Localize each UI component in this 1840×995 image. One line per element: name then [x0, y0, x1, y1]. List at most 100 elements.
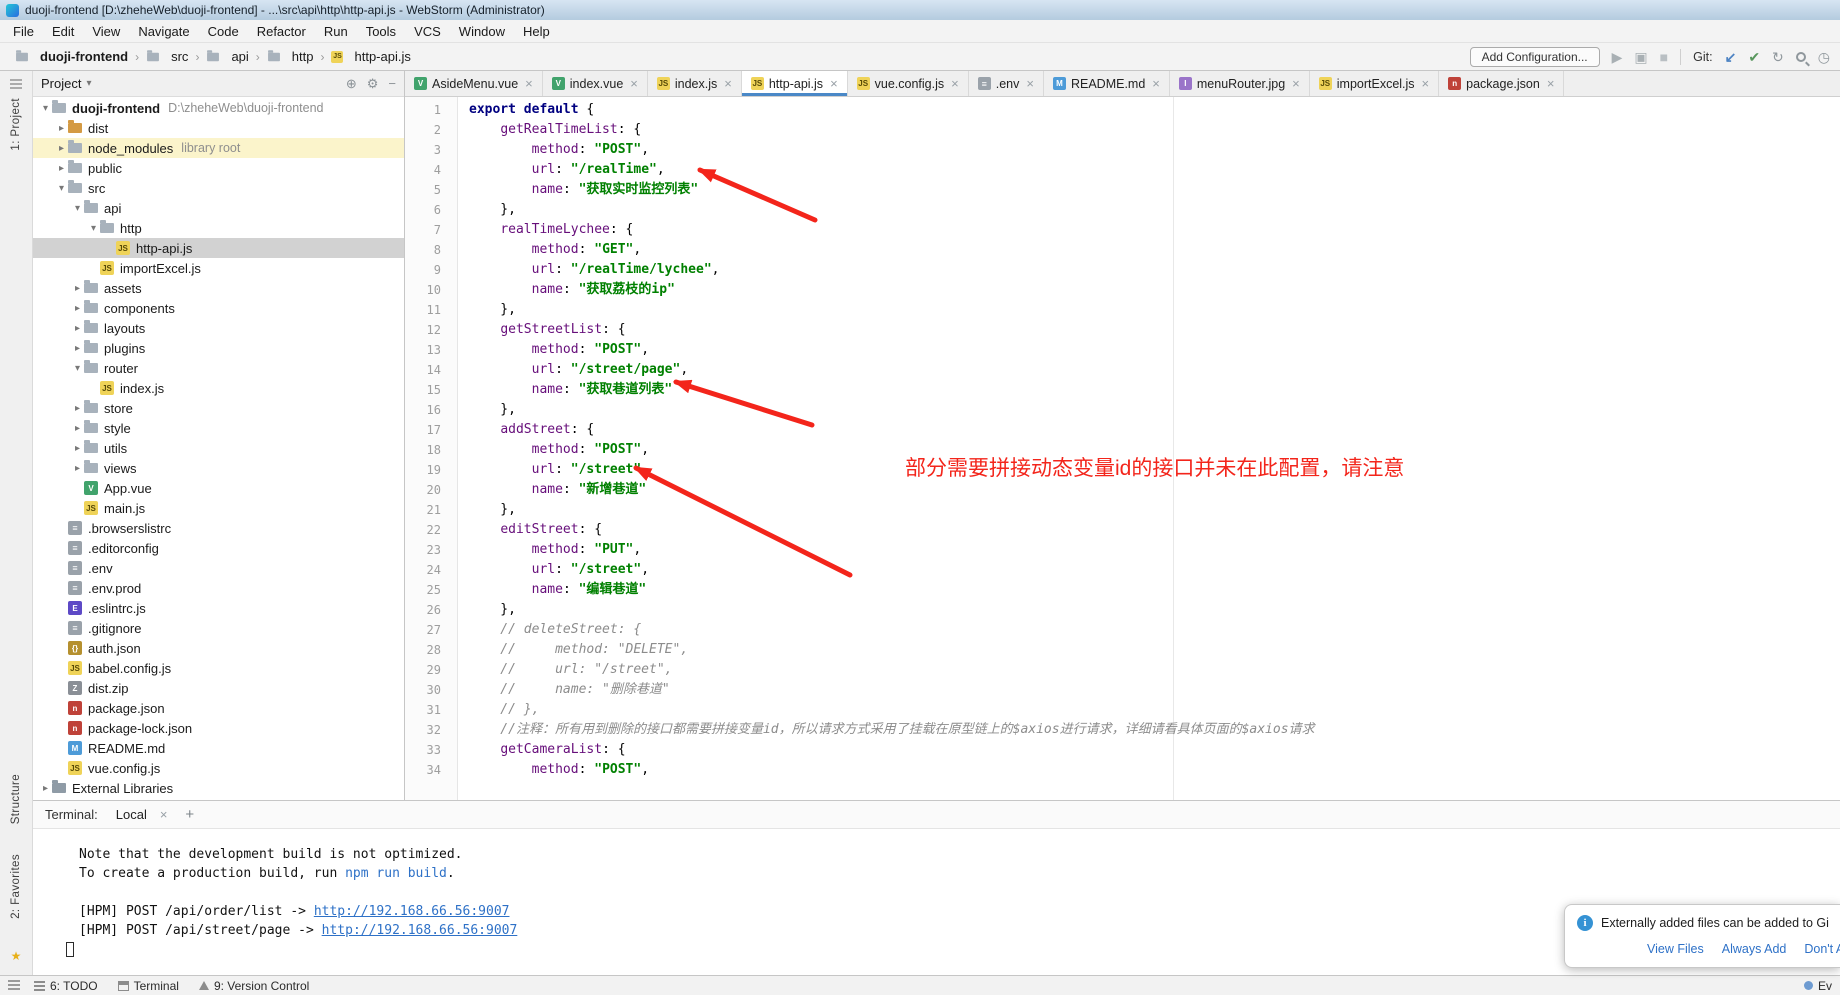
tree-item-style[interactable]: ▸style — [33, 418, 404, 438]
menu-tools[interactable]: Tools — [357, 24, 405, 39]
tree-item-api[interactable]: ▾api — [33, 198, 404, 218]
line-number[interactable]: 5 — [405, 180, 457, 200]
tree-item-package-json[interactable]: npackage.json — [33, 698, 404, 718]
tree-item-public[interactable]: ▸public — [33, 158, 404, 178]
tree-item-duoji-frontend[interactable]: ▾duoji-frontendD:\zheheWeb\duoji-fronten… — [33, 98, 404, 118]
menu-file[interactable]: File — [4, 24, 43, 39]
line-number[interactable]: 1 — [405, 100, 457, 120]
close-icon[interactable]: × — [1422, 77, 1430, 90]
line-number[interactable]: 12 — [405, 320, 457, 340]
close-icon[interactable]: × — [830, 77, 838, 90]
breadcrumb-item-http[interactable]: http — [262, 49, 319, 64]
search-icon[interactable] — [1796, 52, 1806, 62]
close-icon[interactable]: × — [1152, 77, 1160, 90]
tree-item-router[interactable]: ▾router — [33, 358, 404, 378]
toolwindow-switcher-icon[interactable] — [8, 980, 20, 992]
hide-panel-icon[interactable]: − — [388, 76, 396, 92]
line-number[interactable]: 13 — [405, 340, 457, 360]
code-line[interactable]: 14 url: "/street/page", — [405, 360, 1840, 380]
tree-item-babel-config-js[interactable]: JSbabel.config.js — [33, 658, 404, 678]
line-number[interactable]: 29 — [405, 660, 457, 680]
line-number[interactable]: 6 — [405, 200, 457, 220]
line-number[interactable]: 26 — [405, 600, 457, 620]
tree-item-index-js[interactable]: JSindex.js — [33, 378, 404, 398]
code-line[interactable]: 33 getCameraList: { — [405, 740, 1840, 760]
git-commit-icon[interactable] — [1748, 50, 1760, 64]
code-line[interactable]: 22 editStreet: { — [405, 520, 1840, 540]
tree-item-dist[interactable]: ▸dist — [33, 118, 404, 138]
code-line[interactable]: 32 //注释：所有用到删除的接口都需要拼接变量id，所以请求方式采用了挂载在原… — [405, 720, 1840, 740]
line-number[interactable]: 17 — [405, 420, 457, 440]
editor-tab-asidemenu-vue[interactable]: VAsideMenu.vue× — [405, 71, 543, 96]
editor-tab-index-js[interactable]: JSindex.js× — [648, 71, 742, 96]
code-line[interactable]: 9 url: "/realTime/lychee", — [405, 260, 1840, 280]
history-icon[interactable] — [1818, 50, 1830, 64]
editor-tab-vue-config-js[interactable]: JSvue.config.js× — [848, 71, 969, 96]
line-number[interactable]: 21 — [405, 500, 457, 520]
close-icon[interactable]: × — [724, 77, 732, 90]
tree-item-src[interactable]: ▾src — [33, 178, 404, 198]
tree-item-app-vue[interactable]: VApp.vue — [33, 478, 404, 498]
tree-item-assets[interactable]: ▸assets — [33, 278, 404, 298]
tree-item-importexcel-js[interactable]: JSimportExcel.js — [33, 258, 404, 278]
status-item-terminal[interactable]: Terminal — [118, 979, 179, 993]
code-line[interactable]: 11 }, — [405, 300, 1840, 320]
tree-item-gitignore[interactable]: ≡.gitignore — [33, 618, 404, 638]
line-number[interactable]: 14 — [405, 360, 457, 380]
stop-icon[interactable] — [1660, 50, 1668, 64]
tree-item-layouts[interactable]: ▸layouts — [33, 318, 404, 338]
new-terminal-icon[interactable]: + — [185, 806, 194, 823]
menu-edit[interactable]: Edit — [43, 24, 83, 39]
line-number[interactable]: 3 — [405, 140, 457, 160]
code-line[interactable]: 10 name: "获取荔枝的ip" — [405, 280, 1840, 300]
code-line[interactable]: 12 getStreetList: { — [405, 320, 1840, 340]
code-line[interactable]: 13 method: "POST", — [405, 340, 1840, 360]
editor-tab-package-json[interactable]: npackage.json× — [1439, 71, 1564, 96]
code-line[interactable]: 25 name: "编辑巷道" — [405, 580, 1840, 600]
close-icon[interactable]: × — [951, 77, 959, 90]
menu-window[interactable]: Window — [450, 24, 514, 39]
menu-view[interactable]: View — [83, 24, 129, 39]
breadcrumb-item-http-api-js[interactable]: JShttp-api.js — [326, 49, 415, 64]
line-number[interactable]: 2 — [405, 120, 457, 140]
code-line[interactable]: 6 }, — [405, 200, 1840, 220]
code-line[interactable]: 18 method: "POST", — [405, 440, 1840, 460]
toolwindow-button-favorites[interactable]: 2: Favorites — [10, 854, 22, 919]
tree-item-external-libraries[interactable]: ▸External Libraries — [33, 778, 404, 798]
menu-vcs[interactable]: VCS — [405, 24, 450, 39]
line-number[interactable]: 31 — [405, 700, 457, 720]
tree-item-eslintrc-js[interactable]: E.eslintrc.js — [33, 598, 404, 618]
notification-action-view-files[interactable]: View Files — [1647, 940, 1704, 958]
code-line[interactable]: 8 method: "GET", — [405, 240, 1840, 260]
code-line[interactable]: 3 method: "POST", — [405, 140, 1840, 160]
line-number[interactable]: 20 — [405, 480, 457, 500]
close-icon[interactable]: × — [1292, 77, 1300, 90]
tree-item-editorconfig[interactable]: ≡.editorconfig — [33, 538, 404, 558]
chevron-down-icon[interactable]: ▾ — [86, 78, 91, 89]
line-number[interactable]: 25 — [405, 580, 457, 600]
project-panel-title[interactable]: Project — [41, 76, 81, 91]
close-icon[interactable]: × — [1026, 77, 1034, 90]
code-line[interactable]: 23 method: "PUT", — [405, 540, 1840, 560]
status-item-6-todo[interactable]: 6: TODO — [34, 979, 98, 993]
git-update-icon[interactable] — [1725, 50, 1737, 64]
code-line[interactable]: 30 // name: "删除巷道" — [405, 680, 1840, 700]
line-number[interactable]: 27 — [405, 620, 457, 640]
tree-item-vue-config-js[interactable]: JSvue.config.js — [33, 758, 404, 778]
status-item-9-version-control[interactable]: 9: Version Control — [199, 979, 309, 993]
line-number[interactable]: 33 — [405, 740, 457, 760]
menu-help[interactable]: Help — [514, 24, 559, 39]
tree-item-plugins[interactable]: ▸plugins — [33, 338, 404, 358]
code-line[interactable]: 26 }, — [405, 600, 1840, 620]
line-number[interactable]: 23 — [405, 540, 457, 560]
tree-item-package-lock-json[interactable]: npackage-lock.json — [33, 718, 404, 738]
tree-item-auth-json[interactable]: {}auth.json — [33, 638, 404, 658]
line-number[interactable]: 9 — [405, 260, 457, 280]
line-number[interactable]: 22 — [405, 520, 457, 540]
menu-code[interactable]: Code — [199, 24, 248, 39]
line-number[interactable]: 8 — [405, 240, 457, 260]
settings-gear-icon[interactable]: ⚙ — [367, 76, 379, 92]
breadcrumb-item-api[interactable]: api — [201, 49, 253, 64]
locate-file-icon[interactable]: ⊕ — [346, 76, 357, 92]
terminal-link[interactable]: http://192.168.66.56:9007 — [314, 904, 510, 919]
